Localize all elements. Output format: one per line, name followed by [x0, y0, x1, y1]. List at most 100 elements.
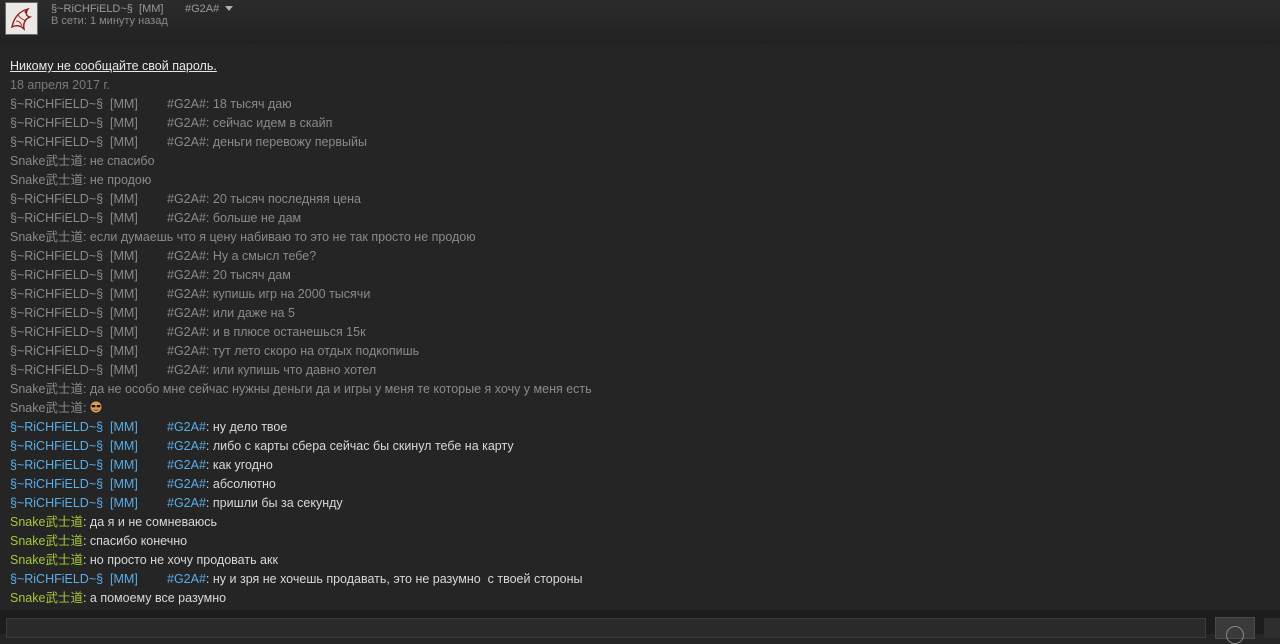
message-row: §~RiCHFiELD~§ [MM] #G2A#: абсолютно	[10, 476, 1270, 495]
message-text: но просто не хочу продовать акк	[89, 553, 278, 567]
message-row: Snake武士道: не продою	[10, 172, 1270, 191]
sender-tag-part: #G2A#	[167, 325, 206, 339]
message-text: больше не дам	[212, 211, 302, 225]
message-sender[interactable]: §~RiCHFiELD~§ [MM] #G2A#	[10, 287, 206, 301]
friend-name[interactable]: §~RiCHFiELD~§ [MM]	[51, 3, 163, 15]
sender-name-part: §~RiCHFiELD~§ [MM]	[10, 477, 138, 491]
message-row: Snake武士道:	[10, 400, 1270, 419]
message-sender[interactable]: §~RiCHFiELD~§ [MM] #G2A#	[10, 363, 206, 377]
sender-name-part: §~RiCHFiELD~§ [MM]	[10, 249, 138, 263]
sender-tag-part: #G2A#	[167, 135, 206, 149]
message-sender[interactable]: §~RiCHFiELD~§ [MM] #G2A#	[10, 477, 206, 491]
chat-footer	[0, 610, 1280, 644]
message-separator: :	[205, 192, 213, 206]
message-sender[interactable]: §~RiCHFiELD~§ [MM] #G2A#	[10, 496, 206, 510]
avatar[interactable]	[5, 2, 38, 35]
message-sender[interactable]: §~RiCHFiELD~§ [MM] #G2A#	[10, 439, 206, 453]
message-sender[interactable]: §~RiCHFiELD~§ [MM] #G2A#	[10, 420, 206, 434]
message-row: §~RiCHFiELD~§ [MM] #G2A#: либо с карты сб…	[10, 438, 1270, 457]
sender-tag-part: #G2A#	[167, 363, 206, 377]
sender-tag-part: #G2A#	[167, 116, 206, 130]
message-separator: :	[205, 97, 213, 111]
send-icon	[1226, 626, 1244, 644]
message-separator: :	[205, 496, 213, 510]
message-sender[interactable]: §~RiCHFiELD~§ [MM] #G2A#	[10, 116, 206, 130]
sender-name-part: §~RiCHFiELD~§ [MM]	[10, 496, 138, 510]
chat-header: §~RiCHFiELD~§ [MM] #G2A# В сети: 1 минут…	[0, 0, 1280, 44]
message-separator: :	[205, 344, 213, 358]
message-sender[interactable]: Snake武士道	[10, 534, 83, 548]
message-row: Snake武士道: спасибо конечно	[10, 533, 1270, 552]
message-input[interactable]	[6, 618, 1206, 638]
sender-name-part: §~RiCHFiELD~§ [MM]	[10, 287, 138, 301]
message-sender[interactable]: §~RiCHFiELD~§ [MM] #G2A#	[10, 325, 206, 339]
message-row: §~RiCHFiELD~§ [MM] #G2A#: Ну а смысл тебе…	[10, 248, 1270, 267]
sender-tag-part: #G2A#	[167, 192, 206, 206]
message-sender[interactable]: Snake武士道	[10, 230, 83, 244]
friend-tag[interactable]: #G2A#	[185, 3, 219, 15]
message-separator: :	[82, 591, 90, 605]
message-sender[interactable]: Snake武士道	[10, 591, 83, 605]
message-sender[interactable]: Snake武士道	[10, 515, 83, 529]
message-sender[interactable]: Snake武士道	[10, 553, 83, 567]
message-separator: :	[82, 230, 90, 244]
message-row: Snake武士道: да не особо мне сейчас нужны д…	[10, 381, 1270, 400]
sender-name-part: §~RiCHFiELD~§ [MM]	[10, 135, 138, 149]
message-sender[interactable]: Snake武士道	[10, 154, 83, 168]
message-separator: :	[205, 477, 213, 491]
message-text: и в плюсе останешься 15к	[212, 325, 366, 339]
sender-name-part: §~RiCHFiELD~§ [MM]	[10, 344, 138, 358]
message-sender[interactable]: §~RiCHFiELD~§ [MM] #G2A#	[10, 249, 206, 263]
sender-name-part: §~RiCHFiELD~§ [MM]	[10, 268, 138, 282]
sunglasses-emoji-icon	[90, 401, 102, 413]
message-text: не продою	[89, 173, 152, 187]
message-sender[interactable]: Snake武士道	[10, 382, 83, 396]
message-separator: :	[205, 211, 213, 225]
sender-tag-part: #G2A#	[167, 344, 206, 358]
message-text: или купишь что давно хотел	[212, 363, 377, 377]
chat-log: Никому не сообщайте свой пароль. 18 апре…	[10, 58, 1270, 609]
sender-name-part: §~RiCHFiELD~§ [MM]	[10, 572, 138, 586]
friend-status: В сети: 1 минуту назад	[51, 15, 168, 27]
message-sender[interactable]: Snake武士道	[10, 173, 83, 187]
message-separator: :	[82, 515, 90, 529]
message-sender[interactable]: §~RiCHFiELD~§ [MM] #G2A#	[10, 344, 206, 358]
message-sender[interactable]: §~RiCHFiELD~§ [MM] #G2A#	[10, 572, 206, 586]
message-row: §~RiCHFiELD~§ [MM] #G2A#: тут лето скоро …	[10, 343, 1270, 362]
password-warning-link[interactable]: Никому не сообщайте свой пароль.	[10, 58, 1270, 77]
message-separator: :	[82, 401, 90, 415]
message-sender[interactable]: §~RiCHFiELD~§ [MM] #G2A#	[10, 458, 206, 472]
sender-tag-part: #G2A#	[167, 97, 206, 111]
message-text: деньги перевожу первыйы	[212, 135, 367, 149]
sender-name-part: §~RiCHFiELD~§ [MM]	[10, 306, 138, 320]
chevron-down-icon[interactable]	[225, 6, 233, 11]
message-separator: :	[205, 116, 213, 130]
message-separator: :	[205, 287, 213, 301]
send-button[interactable]	[1215, 617, 1255, 644]
message-separator: :	[205, 420, 213, 434]
message-sender[interactable]: §~RiCHFiELD~§ [MM] #G2A#	[10, 268, 206, 282]
message-separator: :	[205, 439, 213, 453]
message-text: да я и не сомневаюсь	[89, 515, 218, 529]
message-row: Snake武士道: если думаешь что я цену набива…	[10, 229, 1270, 248]
message-text: абсолютно	[212, 477, 276, 491]
message-sender[interactable]: Snake武士道	[10, 401, 83, 415]
sender-tag-part: #G2A#	[167, 211, 206, 225]
sender-name-part: §~RiCHFiELD~§ [MM]	[10, 420, 138, 434]
message-row: §~RiCHFiELD~§ [MM] #G2A#: сейчас идем в с…	[10, 115, 1270, 134]
message-sender[interactable]: §~RiCHFiELD~§ [MM] #G2A#	[10, 97, 206, 111]
message-sender[interactable]: §~RiCHFiELD~§ [MM] #G2A#	[10, 135, 206, 149]
sender-tag-part: #G2A#	[167, 572, 206, 586]
message-separator: :	[205, 249, 213, 263]
sender-name-part: §~RiCHFiELD~§ [MM]	[10, 192, 138, 206]
message-sender[interactable]: §~RiCHFiELD~§ [MM] #G2A#	[10, 306, 206, 320]
message-separator: :	[82, 534, 90, 548]
message-separator: :	[205, 572, 213, 586]
sender-tag-part: #G2A#	[167, 496, 206, 510]
message-sender[interactable]: §~RiCHFiELD~§ [MM] #G2A#	[10, 192, 206, 206]
message-row: §~RiCHFiELD~§ [MM] #G2A#: и в плюсе остан…	[10, 324, 1270, 343]
message-row: §~RiCHFiELD~§ [MM] #G2A#: или купишь что …	[10, 362, 1270, 381]
message-sender[interactable]: §~RiCHFiELD~§ [MM] #G2A#	[10, 211, 206, 225]
sender-tag-part: #G2A#	[167, 268, 206, 282]
sender-tag-part: #G2A#	[167, 458, 206, 472]
